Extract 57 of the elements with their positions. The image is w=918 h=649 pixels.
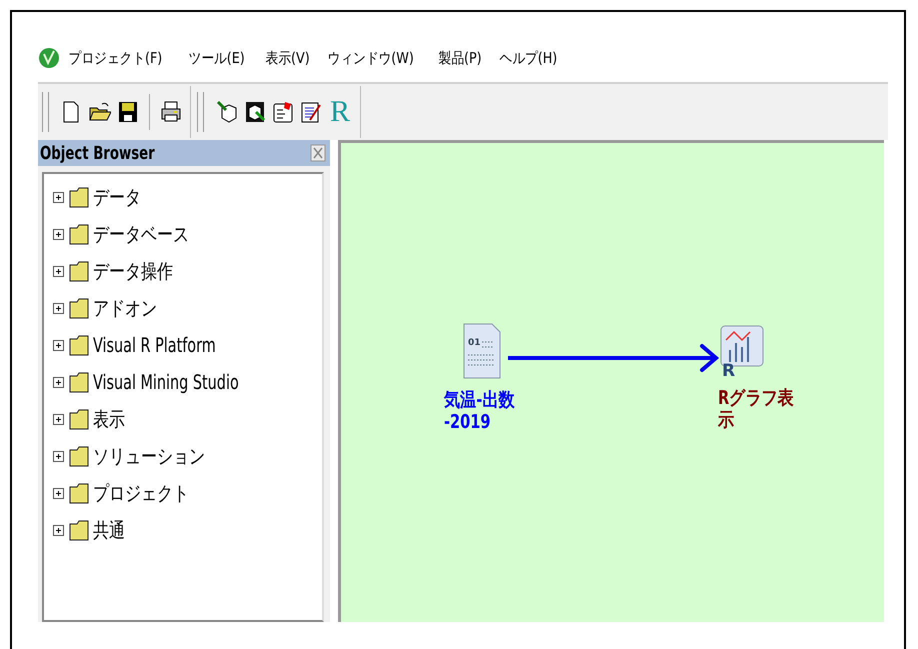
folder-icon xyxy=(69,334,89,356)
app-logo-icon xyxy=(38,46,60,70)
save-button[interactable] xyxy=(117,100,139,124)
report-button[interactable] xyxy=(272,100,294,124)
tree-item[interactable]: アドオン xyxy=(93,294,157,322)
tree-item[interactable]: Visual R Platform xyxy=(93,333,216,357)
menu-item[interactable]: 表示(V) xyxy=(256,46,318,70)
tree-item[interactable]: データベース xyxy=(93,220,189,248)
folder-icon xyxy=(69,297,89,319)
edit-document-icon xyxy=(300,100,322,124)
printer-button[interactable] xyxy=(160,100,182,124)
folder-icon xyxy=(69,445,89,467)
cube-export-icon xyxy=(244,100,266,124)
data-file-icon: 01 xyxy=(462,323,502,379)
tree-item[interactable]: Visual Mining Studio xyxy=(93,370,239,394)
cube-import-button[interactable] xyxy=(216,100,238,124)
folder-icon xyxy=(69,186,89,208)
folder-icon xyxy=(69,408,89,430)
folder-icon xyxy=(69,223,89,245)
folder-icon xyxy=(69,260,89,282)
toolbar-grip[interactable] xyxy=(42,92,49,132)
menu-item[interactable]: ヘルプ(H) xyxy=(490,46,566,70)
menu-item[interactable]: 製品(P) xyxy=(430,46,490,70)
menu-item[interactable]: ツール(E) xyxy=(180,46,254,70)
report-icon xyxy=(272,100,294,124)
folder-icon xyxy=(69,519,89,541)
expand-icon[interactable] xyxy=(52,412,65,426)
menu-item[interactable]: ウィンドウ(W) xyxy=(318,46,422,70)
cube-import-icon xyxy=(216,100,238,124)
menu-item[interactable]: プロジェクト(F) xyxy=(60,46,171,70)
expand-icon[interactable] xyxy=(52,228,65,240)
expand-icon[interactable] xyxy=(52,486,65,500)
save-icon xyxy=(117,100,139,124)
printer-icon xyxy=(160,100,182,124)
expand-icon[interactable] xyxy=(52,338,65,352)
panel-title: Object Browser xyxy=(40,142,155,164)
tree-item[interactable]: データ xyxy=(93,184,141,210)
toolbar-grip[interactable] xyxy=(197,92,204,132)
edit-document-button[interactable] xyxy=(300,100,322,124)
expand-icon[interactable] xyxy=(52,302,65,314)
tree-item[interactable]: 表示 xyxy=(93,406,125,432)
folder-icon xyxy=(69,482,89,504)
expand-icon[interactable] xyxy=(52,190,65,204)
folder-icon xyxy=(69,371,89,393)
tree-item[interactable]: データ操作 xyxy=(93,258,173,284)
expand-icon[interactable] xyxy=(52,450,65,462)
cube-export-button[interactable] xyxy=(244,100,266,124)
tree-item[interactable]: 共通 xyxy=(93,516,125,544)
tree-item[interactable]: ソリューション xyxy=(93,442,205,470)
close-button[interactable] xyxy=(310,144,326,162)
node-label: 気温-出数 -2019 xyxy=(444,389,515,433)
expand-icon[interactable] xyxy=(52,524,65,536)
node-label: Rグラフ表 示 xyxy=(718,387,794,431)
close-icon xyxy=(310,144,326,162)
expand-icon[interactable] xyxy=(52,376,65,388)
tree-item[interactable]: プロジェクト xyxy=(93,480,189,506)
expand-icon[interactable] xyxy=(52,264,65,278)
